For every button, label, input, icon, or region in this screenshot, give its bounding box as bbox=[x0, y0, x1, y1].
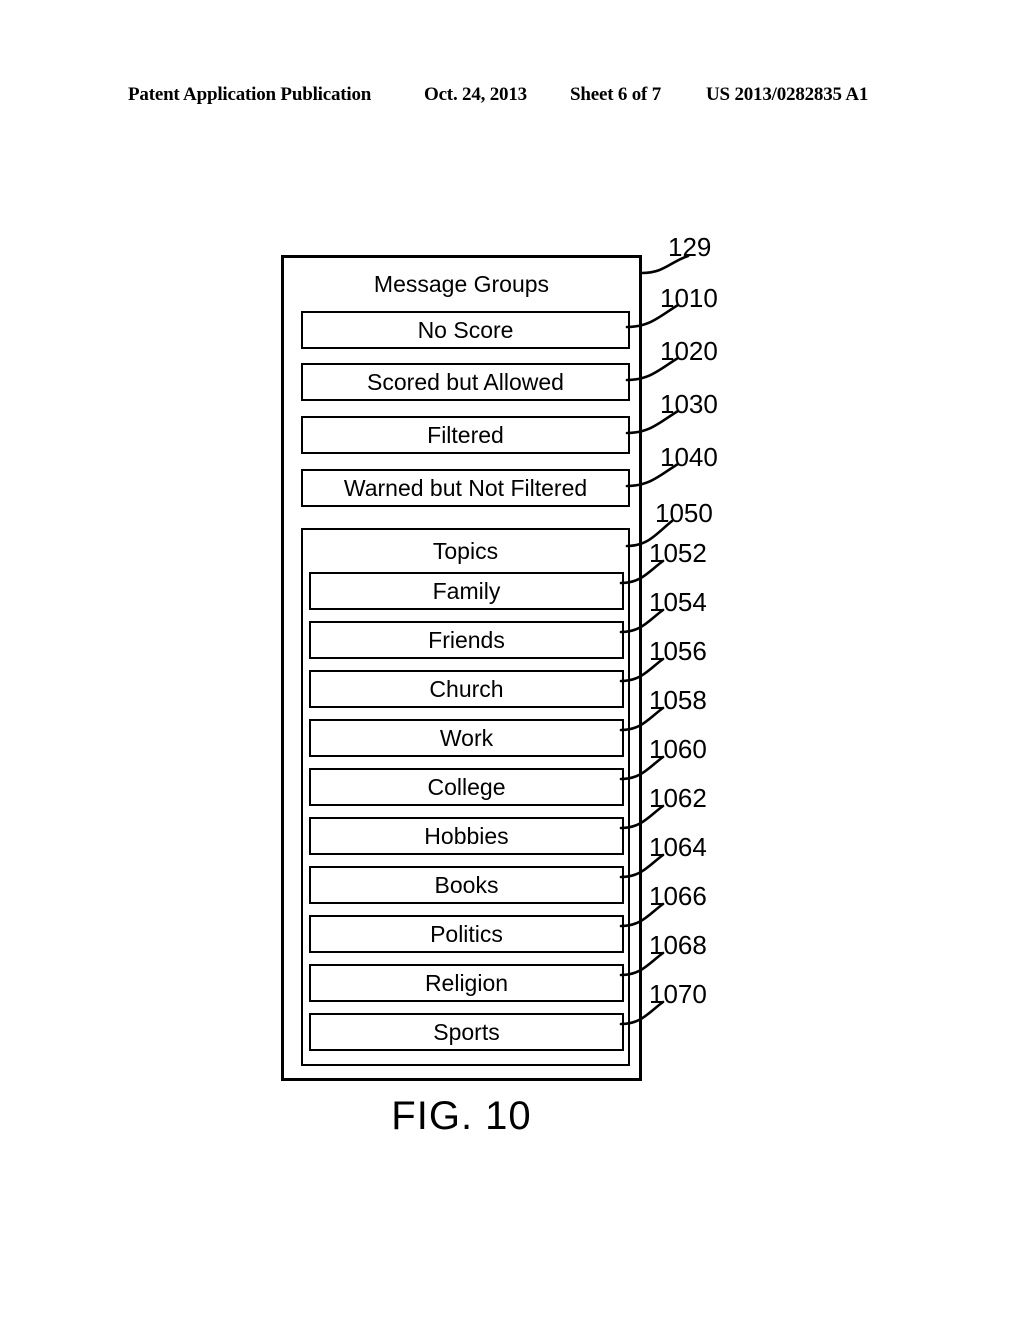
topic-box-books[interactable]: Books bbox=[309, 866, 624, 904]
ref-numeral-1068: 1068 bbox=[649, 930, 707, 960]
topic-label-work: Work bbox=[439, 725, 494, 751]
topic-label-books: Books bbox=[434, 872, 499, 898]
topic-box-college[interactable]: College bbox=[309, 768, 624, 806]
ref-numeral-1064: 1064 bbox=[649, 832, 707, 862]
topic-box-politics[interactable]: Politics bbox=[309, 915, 624, 953]
ref-numeral-1054: 1054 bbox=[649, 587, 707, 617]
topic-box-sports[interactable]: Sports bbox=[309, 1013, 624, 1051]
ref-numeral-1062: 1062 bbox=[649, 783, 707, 813]
figure-caption: FIG. 10 bbox=[391, 1094, 532, 1138]
topic-box-hobbies[interactable]: Hobbies bbox=[309, 817, 624, 855]
group-box-scored-but-allowed[interactable]: Scored but Allowed bbox=[301, 363, 630, 401]
ref-numeral-1040: 1040 bbox=[660, 442, 718, 472]
ref-numeral-1052: 1052 bbox=[649, 538, 707, 568]
group-label-scored-but-allowed: Scored but Allowed bbox=[367, 369, 564, 395]
ref-numeral-1060: 1060 bbox=[649, 734, 707, 764]
topics-title: Topics bbox=[432, 538, 499, 564]
group-label-warned-but-not-filtered: Warned but Not Filtered bbox=[343, 475, 588, 501]
topic-label-college: College bbox=[427, 774, 506, 800]
group-label-filtered: Filtered bbox=[427, 422, 504, 448]
ref-numeral-1066: 1066 bbox=[649, 881, 707, 911]
message-groups-title: Message Groups bbox=[373, 271, 550, 297]
ref-numeral-1070: 1070 bbox=[649, 979, 707, 1009]
ref-numeral-1010: 1010 bbox=[660, 283, 718, 313]
ref-numeral-1050: 1050 bbox=[655, 498, 713, 528]
ref-numeral-1020: 1020 bbox=[660, 336, 718, 366]
topic-box-religion[interactable]: Religion bbox=[309, 964, 624, 1002]
ref-numeral-1056: 1056 bbox=[649, 636, 707, 666]
topic-box-work[interactable]: Work bbox=[309, 719, 624, 757]
group-box-filtered[interactable]: Filtered bbox=[301, 416, 630, 454]
group-label-no-score: No Score bbox=[417, 317, 514, 343]
topic-label-politics: Politics bbox=[430, 921, 503, 947]
ref-numeral-129: 129 bbox=[668, 232, 712, 262]
ref-numeral-1058: 1058 bbox=[649, 685, 707, 715]
topic-box-family[interactable]: Family bbox=[309, 572, 624, 610]
topic-label-church: Church bbox=[429, 676, 504, 702]
topics-container: Topics Family Friends Church Work Colleg… bbox=[301, 528, 630, 1066]
topic-label-religion: Religion bbox=[424, 970, 509, 996]
topic-box-church[interactable]: Church bbox=[309, 670, 624, 708]
topic-label-sports: Sports bbox=[433, 1019, 500, 1045]
topic-label-hobbies: Hobbies bbox=[424, 823, 509, 849]
topic-box-friends[interactable]: Friends bbox=[309, 621, 624, 659]
message-groups-container: Message Groups No Score Scored but Allow… bbox=[281, 255, 642, 1081]
group-box-no-score[interactable]: No Score bbox=[301, 311, 630, 349]
topic-label-family: Family bbox=[432, 578, 501, 604]
ref-numeral-1030: 1030 bbox=[660, 389, 718, 419]
group-box-warned-but-not-filtered[interactable]: Warned but Not Filtered bbox=[301, 469, 630, 507]
figure-10: Message Groups No Score Scored but Allow… bbox=[0, 0, 1024, 1320]
topic-label-friends: Friends bbox=[428, 627, 505, 653]
